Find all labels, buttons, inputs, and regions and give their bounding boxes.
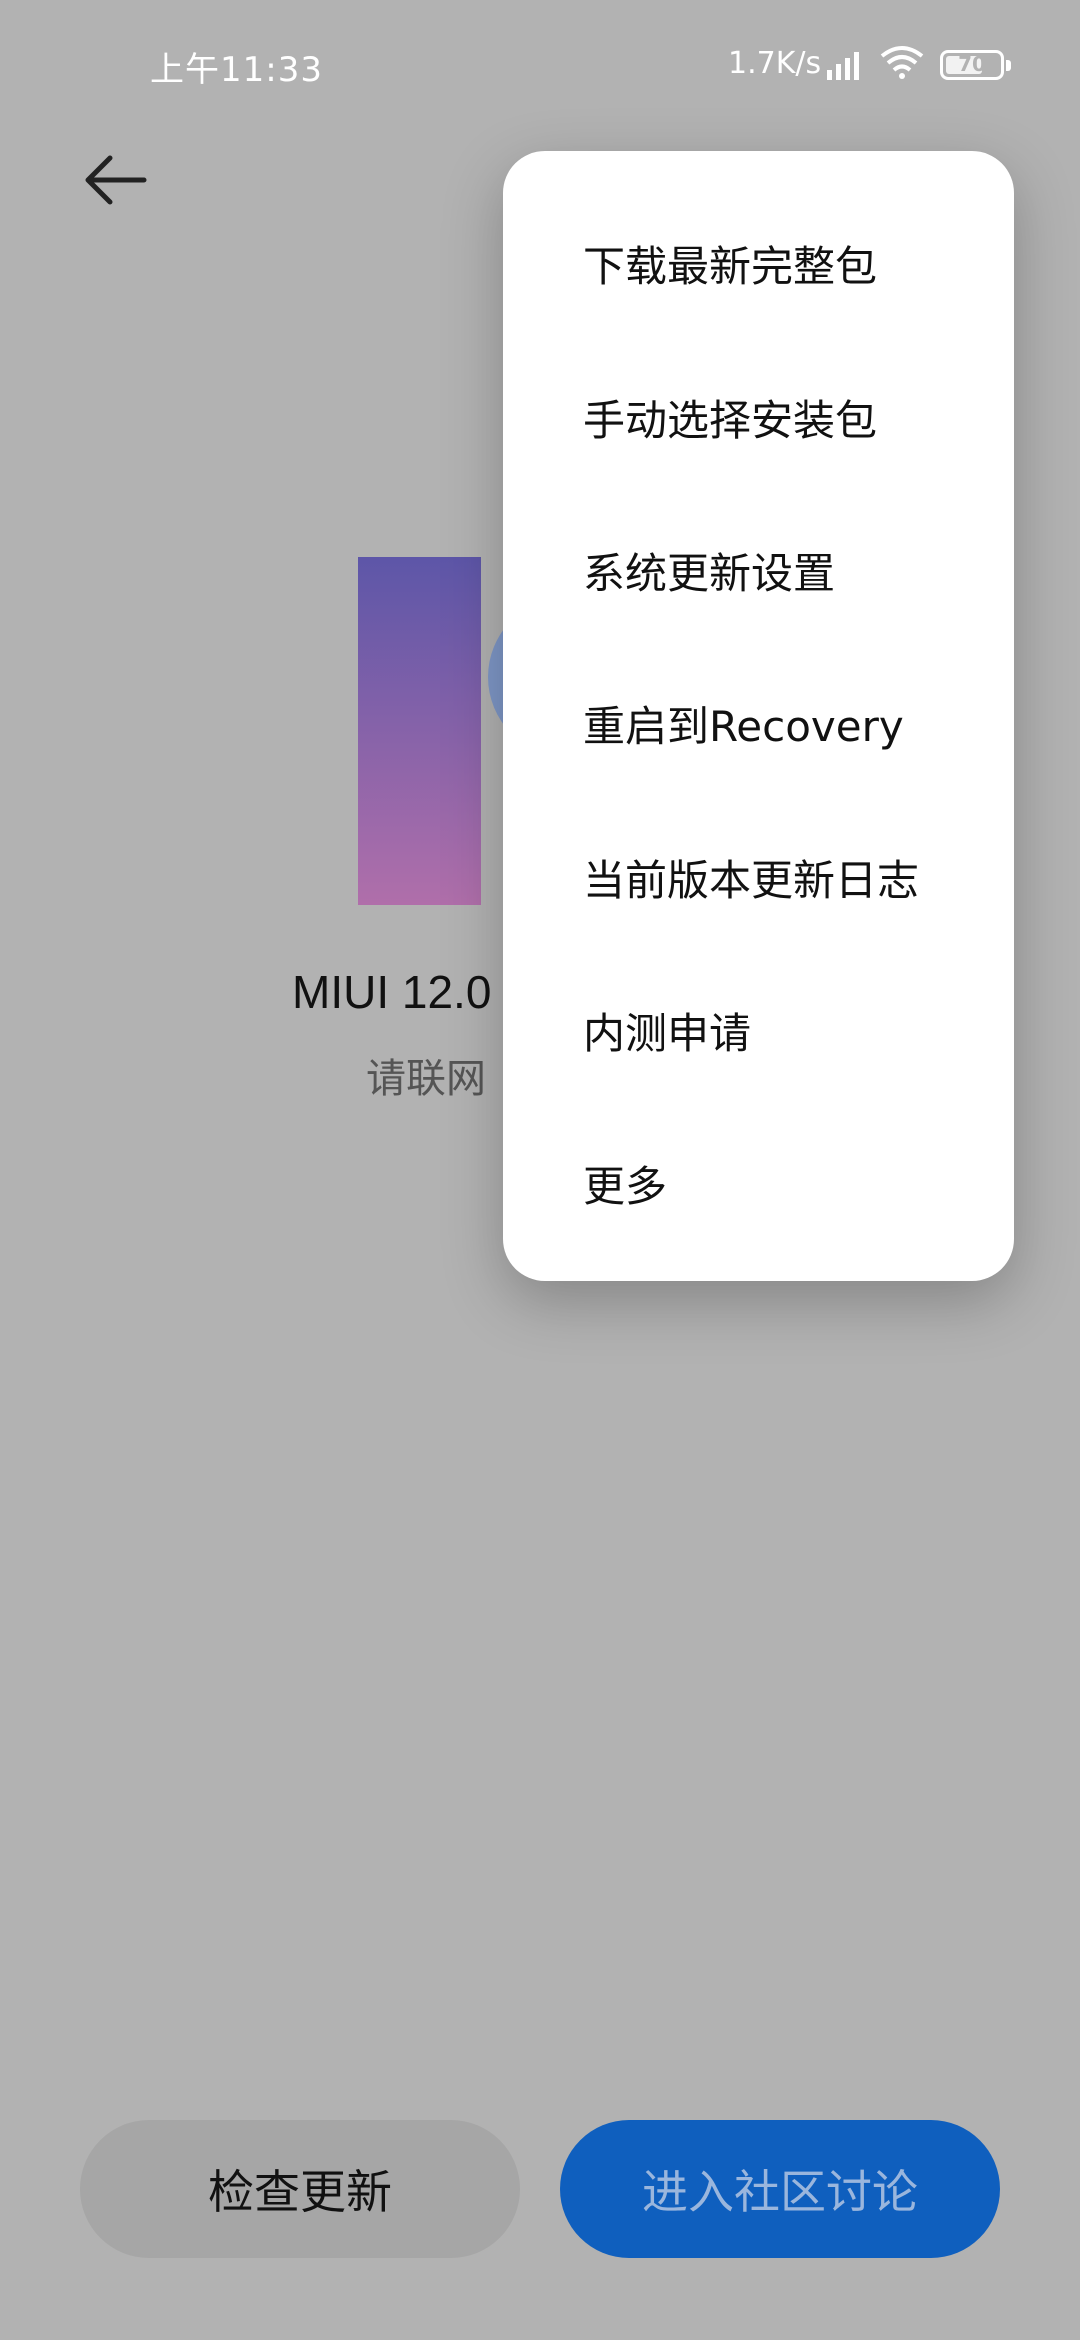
status-time: 上午11:33 [150,50,323,90]
back-arrow-icon[interactable] [80,150,150,210]
menu-item-choose-package[interactable]: 手动选择安装包 [583,387,877,448]
overflow-menu: 下载最新完整包 手动选择安装包 系统更新设置 重启到Recovery 当前版本更… [503,151,1014,1281]
signal-icon [827,52,859,80]
menu-item-update-settings[interactable]: 系统更新设置 [583,540,835,601]
network-speed: 1.7K/s [728,46,822,81]
menu-item-reboot-recovery[interactable]: 重启到Recovery [583,693,904,754]
menu-item-beta-apply[interactable]: 内测申请 [583,1000,751,1061]
version-text: MIUI 12.0 [292,966,492,1018]
battery-icon: 70 [940,50,1011,80]
status-bar: 上午11:33 1.7K/s 70 [0,0,1080,130]
battery-level: 70 [958,52,986,76]
wifi-icon [880,46,924,79]
check-update-button[interactable]: 检查更新 [80,2120,520,2258]
menu-item-changelog[interactable]: 当前版本更新日志 [583,847,919,908]
logo-bar [358,557,481,905]
community-button[interactable]: 进入社区讨论 [560,2120,1000,2258]
menu-item-download-full[interactable]: 下载最新完整包 [583,233,877,294]
network-hint: 请联网 [366,1056,486,1102]
menu-item-more[interactable]: 更多 [583,1153,667,1214]
